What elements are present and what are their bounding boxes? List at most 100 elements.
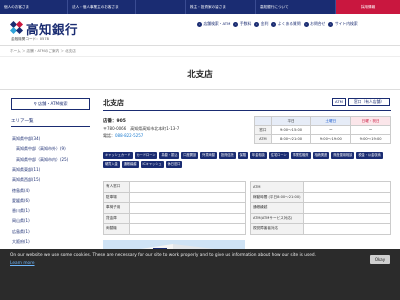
page: 個人のお客さま 法人・個人事業主のお客さま 株主・投資家の皆さま 高知銀行について 採用… [0, 0, 400, 300]
info-label: 貸金庫 [103, 212, 130, 224]
area-list-heading: エリア一覧 [11, 118, 90, 127]
hours-row-label: 窓口 [254, 125, 272, 135]
info-label: 稼動時間 (平日8:00～21:00) [250, 191, 304, 203]
nav-circle-icon: › [233, 21, 239, 27]
hours-row-atm: ATM 8:00～21:00 9:00～19:00 9:00～19:00 [254, 134, 391, 144]
hours-cell: 9:00～15:00 [270, 125, 312, 135]
top-nav-item[interactable]: 株主・投資家の皆さま [186, 0, 256, 14]
hours-header-saturday: 土曜日 [310, 116, 352, 126]
info-row: ATM [250, 181, 392, 193]
area-list-item[interactable]: 広島県(1) [12, 229, 30, 235]
area-list-item[interactable]: 岡山県(1) [12, 218, 30, 224]
breadcrumb[interactable]: ホーム ＞ 店舗・ATMのご案内 ＞ 北支店 [10, 49, 76, 54]
service-tag: 外貨両替 [200, 152, 217, 159]
service-tags: キャッシュカード カードローン 為替・振込 口座開設 外貨両替 投資信託 保険 年金相談 住宅ロ… [103, 152, 391, 168]
info-row: 稼動時間 (平日8:00～21:00) [250, 191, 392, 203]
header-nav-item[interactable]: › サイト内検索 [328, 20, 358, 28]
header-nav-item[interactable]: › 金利 [254, 20, 268, 28]
hours-header-weekday: 平日 [270, 116, 312, 126]
breadcrumb-divider [0, 56, 400, 57]
hours-header-row: 平日 土曜日 日曜・祝日 [254, 116, 391, 126]
info-row: 有人窓口 [103, 181, 246, 193]
info-label: 両替機 [103, 223, 130, 235]
title-divider [0, 89, 400, 90]
hours-cell: 9:00～19:00 [310, 134, 352, 144]
header-nav-label: よくある質問 [277, 21, 301, 26]
area-list-item[interactable]: 高知県西部(15) [12, 177, 40, 183]
service-tag: 投資信託 [218, 152, 236, 159]
area-list-item[interactable]: 高知県東部(11) [12, 167, 40, 173]
area-list-item[interactable]: 香川県(1) [12, 208, 30, 214]
hours-row-label: ATM [254, 134, 272, 144]
hours-cell: 9:00～19:00 [350, 134, 391, 144]
info-label: 視覚障害者対応 [250, 223, 304, 235]
branch-divider [103, 110, 391, 111]
header-nav-item[interactable]: › お問合せ [303, 20, 326, 28]
header-nav-label: お問合せ [310, 21, 326, 26]
bank-code: 金融機関コード：0578 [11, 37, 49, 41]
service-tag: 事業性融資 [290, 152, 311, 159]
info-value [129, 202, 246, 214]
facility-info-table: 有人窓口 駐車場 車椅子用 貸金庫 両替機 [103, 181, 246, 235]
service-tag: キャッシュカード [103, 152, 133, 159]
info-value [302, 181, 392, 193]
phone-number-link[interactable]: 088-822-5257 [115, 133, 143, 138]
hours-header-sunday: 日曜・祝日 [350, 116, 391, 126]
area-list-item[interactable]: 高知県中部（高知市内）(25) [16, 157, 68, 163]
area-list-item[interactable]: 愛媛県(6) [12, 198, 30, 204]
staffed-window-tag: 窓口（有人店舗） [348, 98, 390, 106]
area-list-item[interactable]: 徳島県(4) [12, 188, 30, 194]
info-row: 視覚障害者対応 [250, 223, 392, 235]
info-label: 車椅子用 [103, 202, 130, 214]
nav-circle-icon: › [303, 21, 309, 27]
service-tag: 資産運用相談 [331, 152, 355, 159]
store-atm-search-button[interactable]: ⚲ 店舗・ATM検索 [11, 98, 90, 110]
store-atm-search-label: 店舗・ATM検索 [37, 101, 68, 106]
top-nav-bar: 個人のお客さま 法人・個人事業主のお客さま 株主・投資家の皆さま 高知銀行について 採用… [0, 0, 400, 14]
header-nav-label: 金利 [260, 21, 269, 26]
service-tag: 年金相談 [250, 152, 267, 159]
service-tag: 相続関連 [312, 152, 330, 159]
top-nav-item[interactable]: 採用情報 [336, 0, 400, 14]
top-nav-item[interactable] [136, 0, 186, 14]
bank-logo-icon[interactable] [10, 21, 24, 35]
branch-address: 〒780-0066 高知県高知市北本町1-13-7 [103, 126, 180, 131]
phone-label: 電話： [103, 133, 115, 138]
header-nav-label: 店舗検索・ATM [203, 21, 231, 26]
hours-header-blank [254, 116, 272, 126]
header-nav-label: サイト内検索 [334, 21, 358, 26]
learn-more-link[interactable]: Learn more [10, 261, 35, 266]
service-tag: 口座開設 [181, 152, 199, 159]
branch-name: 北支店 [103, 99, 124, 107]
top-nav-item[interactable]: 個人のお客さま [0, 0, 68, 14]
service-tag: 為替・振込 [159, 152, 180, 159]
info-label: ATM(ATMサービス対応) [250, 212, 304, 224]
area-list-item[interactable]: 高知県中部（高知市外）(9) [16, 146, 66, 152]
bank-logo-text[interactable]: 高知銀行 [26, 19, 78, 38]
info-row: 通帳繰越 [250, 202, 392, 214]
info-row: ATM(ATMサービス対応) [250, 212, 392, 224]
header-nav-item[interactable]: › 店舗検索・ATM [197, 20, 230, 28]
service-tag: ICキャッシュ [140, 161, 164, 168]
top-nav-item[interactable]: 法人・個人事業主のお客さま [68, 0, 136, 14]
header-nav-item[interactable]: › よくある質問 [271, 20, 301, 28]
info-label: ATM [250, 181, 304, 193]
info-value [129, 191, 246, 203]
hours-cell: ー [350, 125, 391, 135]
service-tag: カードローン [134, 152, 158, 159]
info-row: 両替機 [103, 223, 246, 235]
atm-tag: ATM [332, 98, 346, 106]
cookie-message: On our website we use some cookies. Thes… [10, 252, 360, 268]
info-row: 駐車場 [103, 191, 246, 203]
branch-phone: 電話：088-822-5257 [103, 133, 143, 139]
area-list-item[interactable]: 大阪府(1) [12, 239, 30, 245]
header-nav-item[interactable]: › 手数料 [233, 20, 251, 28]
info-label: 有人窓口 [103, 181, 130, 193]
okay-button[interactable]: Okay [370, 255, 390, 264]
top-nav-item[interactable]: 高知銀行について [256, 0, 336, 14]
service-tag: 休日窓口 [165, 161, 183, 168]
info-value [302, 223, 392, 235]
area-list-item[interactable]: 高知県中部(34) [12, 136, 40, 142]
info-label: 通帳繰越 [250, 202, 304, 214]
info-label: 駐車場 [103, 191, 130, 203]
